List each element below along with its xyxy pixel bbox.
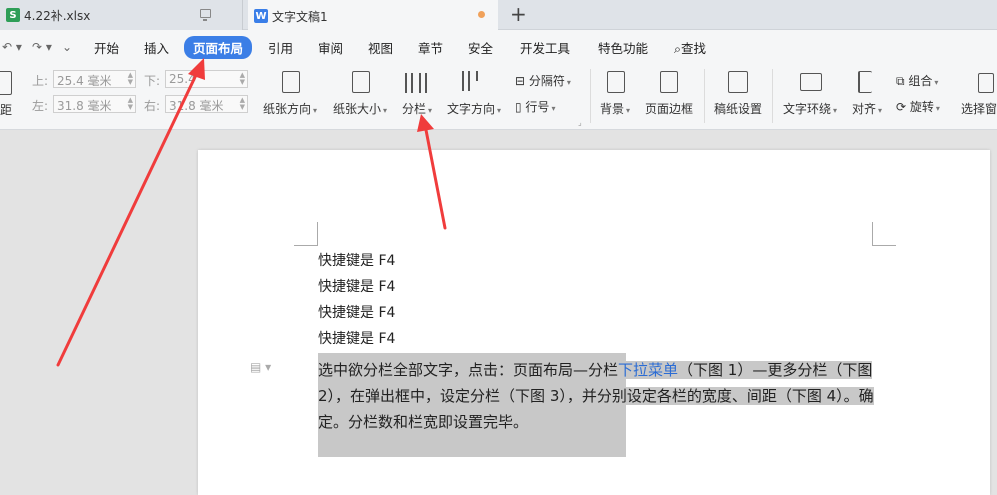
customize-icon[interactable]: ⌄: [62, 40, 72, 54]
ribbon-divider: [704, 69, 705, 123]
menu-bar: ↶ ▾ ↷ ▾ ⌄ 开始 插入 页面布局 引用 审阅 视图 章节 安全 开发工具…: [0, 30, 997, 63]
text-direction-button[interactable]: 文字方向 ▾: [447, 100, 501, 117]
paper-size-icon: [352, 71, 370, 93]
menu-features[interactable]: 特色功能: [598, 38, 648, 57]
menu-chapter[interactable]: 章节: [418, 38, 443, 57]
columns-button[interactable]: 分栏 ▾: [402, 100, 432, 117]
caret-down-icon: ▾: [833, 106, 838, 115]
bottom-margin-input[interactable]: 25.4 ▲ ▼: [165, 70, 248, 88]
align-icon: [858, 71, 872, 93]
tab-document-label: 文字文稿1: [272, 9, 328, 24]
tab-xlsx[interactable]: S 4.22补.xlsx: [0, 0, 243, 30]
undo-icon[interactable]: ↶ ▾: [2, 40, 22, 54]
menu-view[interactable]: 视图: [368, 38, 393, 57]
bottom-margin-label: 下:: [144, 74, 161, 88]
select-pane-icon: [978, 73, 994, 93]
caret-down-icon: ▾: [551, 104, 556, 113]
group-icon: ⧉: [896, 74, 909, 88]
left-margin-input[interactable]: 31.8 毫米 ▲ ▼: [53, 95, 136, 113]
separator-icon: ⊟: [515, 74, 529, 88]
writer-icon: W: [254, 9, 268, 23]
menu-search[interactable]: ⌕查找: [674, 38, 706, 57]
text-direction-icon: [462, 71, 486, 91]
tab-document[interactable]: W 文字文稿1: [248, 0, 498, 30]
spin-icon[interactable]: ▲ ▼: [128, 72, 133, 86]
right-margin-input[interactable]: 31.8 毫米 ▲ ▼: [165, 95, 248, 113]
caret-down-icon: ▾: [566, 78, 571, 87]
paragraph-menu-icon[interactable]: ▤ ▾: [250, 360, 271, 374]
menu-insert[interactable]: 插入: [144, 38, 169, 57]
new-tab-icon[interactable]: +: [510, 4, 527, 24]
page-border-button[interactable]: 页面边框: [645, 100, 693, 117]
spin-icon[interactable]: ▲ ▼: [128, 97, 133, 111]
separator-button[interactable]: ⊟ 分隔符 ▾: [515, 72, 571, 89]
spin-icon[interactable]: ▲ ▼: [240, 72, 245, 86]
text-wrap-button[interactable]: 文字环绕 ▾: [783, 100, 837, 117]
spin-icon[interactable]: ▲ ▼: [240, 97, 245, 111]
caret-down-icon: ▾: [935, 104, 940, 113]
select-pane-button[interactable]: 选择窗: [961, 100, 997, 117]
document-workspace: 快捷键是 F4 快捷键是 F4 快捷键是 F4 快捷键是 F4 ▤ ▾ 选中欲分…: [0, 130, 997, 495]
caret-down-icon: ▾: [934, 78, 939, 87]
margin-corner-top-right: [872, 222, 896, 246]
text-line[interactable]: 快捷键是 F4: [318, 276, 395, 296]
spreadsheet-icon: S: [6, 8, 20, 22]
menu-home[interactable]: 开始: [94, 38, 119, 57]
text-line[interactable]: 快捷键是 F4: [318, 250, 395, 270]
text-line[interactable]: 快捷键是 F4: [318, 328, 395, 348]
line-number-button[interactable]: ▯ 行号 ▾: [515, 98, 555, 115]
caret-down-icon: ▾: [497, 106, 502, 115]
menu-review[interactable]: 审阅: [318, 38, 343, 57]
tab-xlsx-label: 4.22补.xlsx: [24, 8, 91, 23]
right-margin-label: 右:: [144, 99, 161, 113]
text-wrap-icon: [800, 73, 822, 91]
text-line[interactable]: 快捷键是 F4: [318, 302, 395, 322]
top-margin-input[interactable]: 25.4 毫米 ▲ ▼: [53, 70, 136, 88]
search-icon: ⌕: [674, 41, 682, 56]
top-margin-label: 上:: [32, 74, 49, 88]
orientation-button[interactable]: 纸张方向 ▾: [263, 100, 317, 117]
tab-bar: S 4.22补.xlsx W 文字文稿1 +: [0, 0, 997, 30]
caret-down-icon: ▾: [626, 106, 631, 115]
document-page[interactable]: 快捷键是 F4 快捷键是 F4 快捷键是 F4 快捷键是 F4 ▤ ▾ 选中欲分…: [198, 150, 990, 495]
columns-icon: [405, 73, 429, 93]
ribbon-divider: [590, 69, 591, 123]
manuscript-icon: [728, 71, 748, 93]
margins-label-prefix: 距: [0, 103, 13, 117]
orientation-icon: [282, 71, 300, 93]
monitor-icon[interactable]: [200, 9, 211, 21]
menu-references[interactable]: 引用: [268, 38, 293, 57]
background-icon: [607, 71, 625, 93]
manuscript-button[interactable]: 稿纸设置: [714, 100, 762, 117]
margin-corner-top-left: [294, 222, 318, 246]
ribbon: 距 上: 25.4 毫米 ▲ ▼ 下: 25.4 ▲ ▼ 左: 31.8 毫米 ▲ ▼ 右:…: [0, 63, 997, 130]
background-button[interactable]: 背景 ▾: [600, 100, 630, 117]
caret-down-icon: ▾: [878, 106, 883, 115]
menu-developer[interactable]: 开发工具: [520, 38, 570, 57]
dropdown-link[interactable]: 下拉菜单: [618, 361, 679, 379]
caret-down-icon: ▾: [383, 106, 388, 115]
ribbon-divider: [772, 69, 773, 123]
rotate-button[interactable]: ⟳ 旋转 ▾: [896, 98, 940, 115]
menu-page-layout[interactable]: 页面布局: [184, 36, 253, 59]
launcher-icon[interactable]: ⌟: [578, 118, 582, 127]
page-border-icon: [660, 71, 678, 93]
caret-down-icon: ▾: [313, 106, 318, 115]
margins-icon[interactable]: [0, 71, 12, 95]
menu-security[interactable]: 安全: [468, 38, 493, 57]
unsaved-dot-icon: [478, 11, 485, 18]
selected-paragraph[interactable]: 选中欲分栏全部文字，点击：页面布局—分栏下拉菜单（下图 1）—更多分栏（下图 2…: [318, 357, 874, 435]
redo-icon[interactable]: ↷ ▾: [32, 40, 52, 54]
rotate-icon: ⟳: [896, 100, 910, 114]
line-number-icon: ▯: [515, 100, 526, 114]
left-margin-label: 左:: [32, 99, 49, 113]
caret-down-icon: ▾: [428, 106, 433, 115]
align-button[interactable]: 对齐 ▾: [852, 100, 882, 117]
group-button[interactable]: ⧉ 组合 ▾: [896, 72, 938, 89]
paper-size-button[interactable]: 纸张大小 ▾: [333, 100, 387, 117]
